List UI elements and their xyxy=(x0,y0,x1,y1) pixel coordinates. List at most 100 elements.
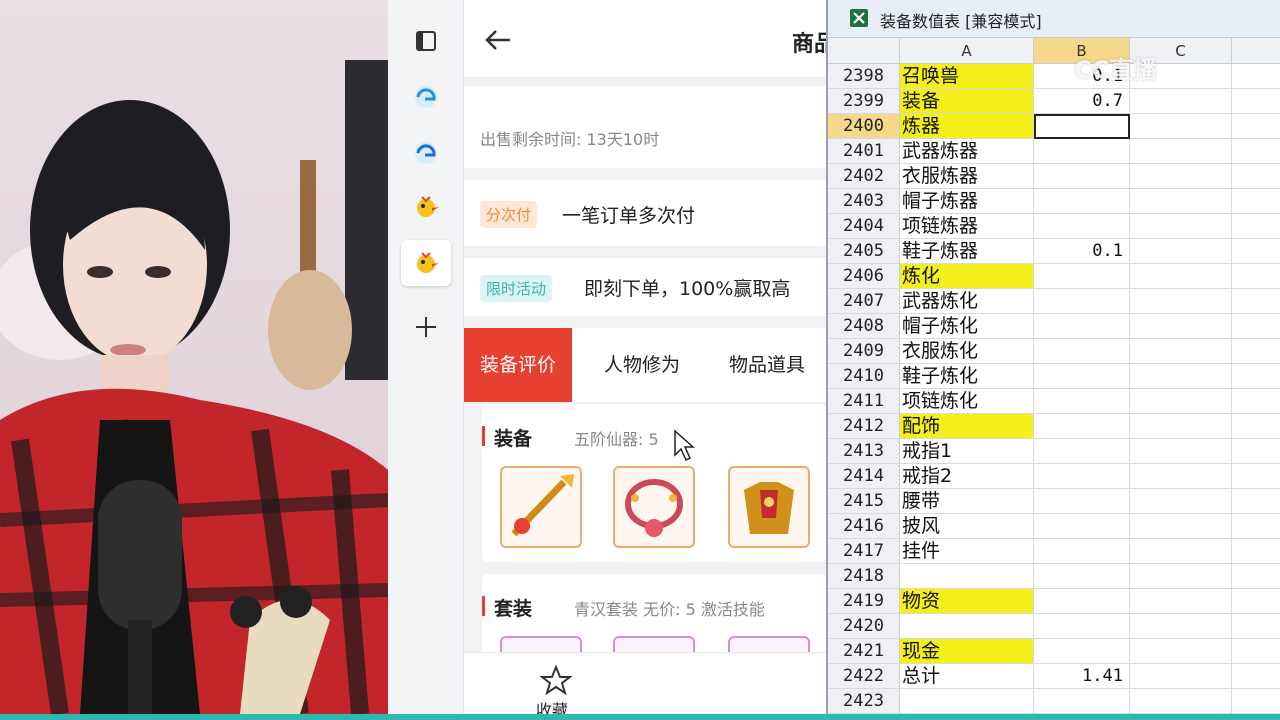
cell-a[interactable]: 披风 xyxy=(900,514,1034,539)
row-number[interactable]: 2404 xyxy=(828,214,900,239)
sidebar-toggle-button[interactable] xyxy=(401,18,451,64)
cell-b[interactable] xyxy=(1034,289,1130,314)
cell-c[interactable] xyxy=(1130,414,1232,439)
cell-c[interactable] xyxy=(1130,664,1232,689)
row-number[interactable]: 2410 xyxy=(828,364,900,389)
row-number[interactable]: 2411 xyxy=(828,389,900,414)
select-all-corner[interactable] xyxy=(828,38,900,64)
cell-a[interactable] xyxy=(900,564,1034,589)
tab-game-1[interactable] xyxy=(401,184,451,230)
cell-d[interactable] xyxy=(1232,614,1280,639)
cell-b[interactable] xyxy=(1034,339,1130,364)
cell-b[interactable] xyxy=(1034,139,1130,164)
cell-a[interactable]: 装备 xyxy=(900,89,1034,114)
equipment-item-necklace[interactable] xyxy=(613,466,695,548)
promo-row[interactable]: 限时活动 即刻下单，100%赢取高 xyxy=(464,258,826,316)
cell-b[interactable] xyxy=(1034,189,1130,214)
installment-row[interactable]: 分次付 一笔订单多次付 xyxy=(464,180,826,246)
cell-a[interactable]: 项链炼化 xyxy=(900,389,1034,414)
cell-a[interactable]: 总计 xyxy=(900,664,1034,689)
cell-b[interactable] xyxy=(1034,639,1130,664)
cell-a[interactable]: 物资 xyxy=(900,589,1034,614)
cell-d[interactable] xyxy=(1232,139,1280,164)
cell-d[interactable] xyxy=(1232,514,1280,539)
tab-edge-2[interactable] xyxy=(401,130,451,176)
cell-b[interactable] xyxy=(1034,489,1130,514)
new-tab-button[interactable] xyxy=(401,304,451,350)
cell-a[interactable]: 戒指1 xyxy=(900,439,1034,464)
cell-b[interactable]: 0.1 xyxy=(1034,239,1130,264)
tab-equipment-review[interactable]: 装备评价 xyxy=(464,328,573,402)
cell-c[interactable] xyxy=(1130,214,1232,239)
cell-a[interactable]: 配饰 xyxy=(900,414,1034,439)
cell-b[interactable] xyxy=(1034,314,1130,339)
cell-a[interactable]: 武器炼化 xyxy=(900,289,1034,314)
cell-d[interactable] xyxy=(1232,214,1280,239)
cell-c[interactable] xyxy=(1130,164,1232,189)
cell-b[interactable] xyxy=(1034,614,1130,639)
cell-c[interactable] xyxy=(1130,289,1232,314)
cell-c[interactable] xyxy=(1130,589,1232,614)
column-header-a[interactable]: A xyxy=(900,38,1034,64)
cell-c[interactable] xyxy=(1130,364,1232,389)
favorite-button[interactable]: 收藏 xyxy=(536,664,573,714)
cell-b[interactable] xyxy=(1034,414,1130,439)
equipment-item-armor[interactable] xyxy=(728,466,810,548)
cell-d[interactable] xyxy=(1232,239,1280,264)
cell-d[interactable] xyxy=(1232,689,1280,714)
cell-c[interactable] xyxy=(1130,389,1232,414)
tab-game-2-active[interactable] xyxy=(401,240,451,286)
row-number[interactable]: 2406 xyxy=(828,264,900,289)
cell-d[interactable] xyxy=(1232,264,1280,289)
cell-a[interactable]: 戒指2 xyxy=(900,464,1034,489)
cell-c[interactable] xyxy=(1130,89,1232,114)
row-number[interactable]: 2421 xyxy=(828,639,900,664)
cell-d[interactable] xyxy=(1232,464,1280,489)
cell-c[interactable] xyxy=(1130,114,1232,139)
cell-c[interactable] xyxy=(1130,614,1232,639)
row-number[interactable]: 2414 xyxy=(828,464,900,489)
cell-d[interactable] xyxy=(1232,664,1280,689)
cell-b[interactable] xyxy=(1034,689,1130,714)
cell-d[interactable] xyxy=(1232,539,1280,564)
cell-c[interactable] xyxy=(1130,139,1232,164)
cell-d[interactable] xyxy=(1232,339,1280,364)
cell-d[interactable] xyxy=(1232,589,1280,614)
row-number[interactable]: 2415 xyxy=(828,489,900,514)
row-number[interactable]: 2416 xyxy=(828,514,900,539)
row-number[interactable]: 2403 xyxy=(828,189,900,214)
cell-a[interactable]: 项链炼器 xyxy=(900,214,1034,239)
cell-d[interactable] xyxy=(1232,564,1280,589)
cell-c[interactable] xyxy=(1130,514,1232,539)
cell-d[interactable] xyxy=(1232,164,1280,189)
cell-b[interactable]: 0.7 xyxy=(1034,89,1130,114)
row-number[interactable]: 2408 xyxy=(828,314,900,339)
column-header-d[interactable] xyxy=(1232,38,1280,64)
row-number[interactable]: 2401 xyxy=(828,139,900,164)
cell-b[interactable] xyxy=(1034,264,1130,289)
cell-b[interactable] xyxy=(1034,439,1130,464)
row-number[interactable]: 2413 xyxy=(828,439,900,464)
equipment-item-weapon[interactable] xyxy=(500,466,582,548)
cell-d[interactable] xyxy=(1232,64,1280,89)
cell-d[interactable] xyxy=(1232,414,1280,439)
cell-c[interactable] xyxy=(1130,264,1232,289)
cell-a[interactable] xyxy=(900,614,1034,639)
cell-a[interactable]: 现金 xyxy=(900,639,1034,664)
row-number[interactable]: 2399 xyxy=(828,89,900,114)
cell-c[interactable] xyxy=(1130,564,1232,589)
cell-b[interactable] xyxy=(1034,364,1130,389)
cell-d[interactable] xyxy=(1232,639,1280,664)
cell-a[interactable] xyxy=(900,689,1034,714)
row-number[interactable]: 2422 xyxy=(828,664,900,689)
cell-c[interactable] xyxy=(1130,539,1232,564)
cell-a[interactable]: 鞋子炼化 xyxy=(900,364,1034,389)
cell-d[interactable] xyxy=(1232,314,1280,339)
row-number[interactable]: 2418 xyxy=(828,564,900,589)
cell-d[interactable] xyxy=(1232,189,1280,214)
cell-c[interactable] xyxy=(1130,489,1232,514)
cell-b[interactable] xyxy=(1034,539,1130,564)
cell-a[interactable]: 炼器 xyxy=(900,114,1034,139)
cell-a[interactable]: 炼化 xyxy=(900,264,1034,289)
cell-a[interactable]: 武器炼器 xyxy=(900,139,1034,164)
